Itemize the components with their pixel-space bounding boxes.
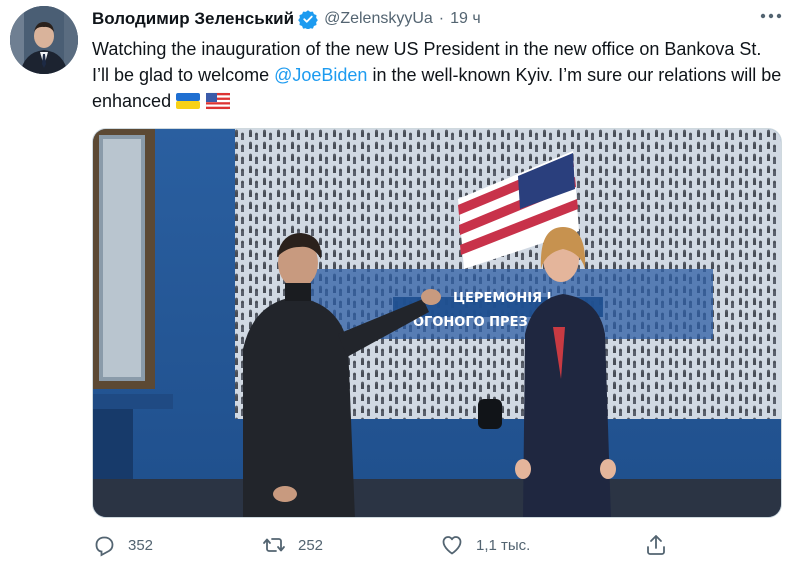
reply-button[interactable]: 352	[92, 530, 153, 560]
tweet-text: Watching the inauguration of the new US …	[92, 36, 782, 114]
reply-count: 352	[128, 536, 154, 554]
share-button[interactable]	[644, 530, 680, 560]
tweet-actions: 352 252 1,1 тыс.	[92, 530, 692, 560]
share-icon	[647, 535, 665, 555]
author-display-name[interactable]: Володимир Зеленський	[92, 9, 294, 29]
tweet-header: Володимир Зеленський @ZelenskyyUa · 19 ч	[92, 8, 481, 30]
photo-image: ЦЕРЕМОНІЯ І ОГОНОГО ПРЕЗ	[93, 129, 781, 517]
reply-icon	[95, 536, 114, 557]
tweet: Володимир Зеленський @ZelenskyyUa · 19 ч…	[0, 0, 800, 576]
avatar[interactable]	[10, 6, 78, 74]
separator-dot: ·	[438, 10, 445, 27]
screen-caption-line1: ЦЕРЕМОНІЯ І	[453, 291, 551, 306]
flag-ukraine-icon	[176, 91, 201, 109]
like-button[interactable]: 1,1 тыс.	[440, 530, 530, 560]
verified-badge-icon	[298, 9, 318, 29]
mention-link[interactable]: @JoeBiden	[274, 65, 367, 85]
flag-us-icon	[205, 91, 231, 110]
retweet-button[interactable]: 252	[262, 530, 323, 560]
heart-icon	[442, 536, 462, 555]
screen-caption-line2: ОГОНОГО ПРЕЗ	[413, 315, 528, 330]
author-handle[interactable]: @ZelenskyyUa	[324, 10, 433, 28]
tweet-timestamp[interactable]: 19 ч	[450, 10, 481, 28]
more-options-button[interactable]	[758, 6, 784, 26]
retweet-icon	[263, 538, 285, 552]
more-dots-icon	[760, 13, 782, 19]
avatar-image	[10, 6, 78, 74]
like-count: 1,1 тыс.	[476, 536, 531, 554]
tweet-photo[interactable]: ЦЕРЕМОНІЯ І ОГОНОГО ПРЕЗ	[92, 128, 782, 518]
retweet-count: 252	[298, 536, 324, 554]
